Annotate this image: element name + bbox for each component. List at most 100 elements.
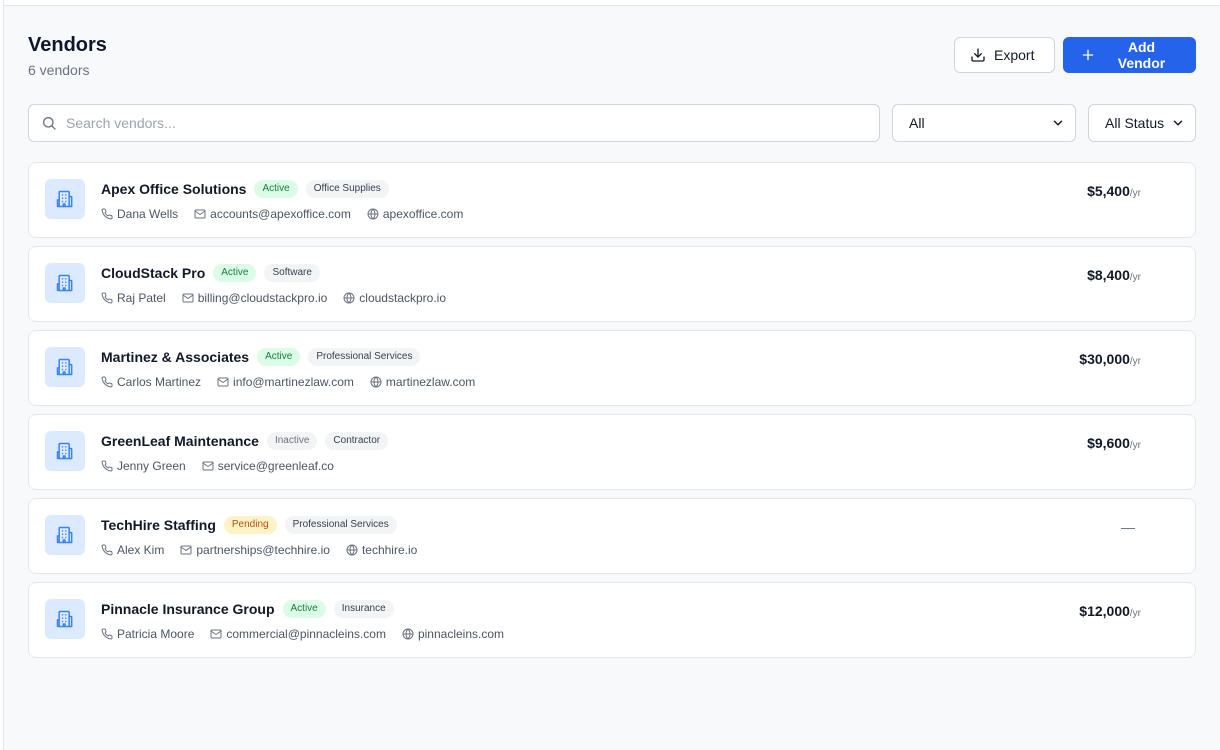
page-title: Vendors xyxy=(28,34,107,56)
vendor-card[interactable]: TechHire Staffing Pending Professional S… xyxy=(28,498,1196,574)
add-vendor-button[interactable]: Add Vendor xyxy=(1063,37,1196,73)
top-border xyxy=(4,0,1220,6)
vendor-card[interactable]: Pinnacle Insurance Group Active Insuranc… xyxy=(28,582,1196,658)
category-badge: Software xyxy=(264,264,320,282)
vendor-name[interactable]: TechHire Staffing xyxy=(101,517,216,533)
phone-icon xyxy=(101,460,113,472)
vendor-email[interactable]: partnerships@techhire.io xyxy=(196,543,330,557)
vendor-count: 6 vendors xyxy=(28,62,90,78)
vendor-contact-info: Raj Patel billing@cloudstackpro.io cloud… xyxy=(101,290,446,306)
vendor-list: Apex Office Solutions Active Office Supp… xyxy=(28,162,1196,658)
vendor-title-row: TechHire Staffing Pending Professional S… xyxy=(101,515,397,535)
mail-icon xyxy=(217,377,229,387)
vendor-name[interactable]: Martinez & Associates xyxy=(101,349,249,365)
download-icon xyxy=(971,48,985,62)
contact-name: Carlos Martinez xyxy=(117,375,202,389)
spend-amount: $9,600 xyxy=(1087,435,1130,451)
vendor-website[interactable]: apexoffice.com xyxy=(383,207,464,221)
vendor-contact-info: Alex Kim partnerships@techhire.io techhi… xyxy=(101,542,417,558)
page-header: Vendors 6 vendors Export Add Vendor xyxy=(28,30,1196,90)
export-button[interactable]: Export xyxy=(954,37,1055,73)
website-item: pinnacleins.com xyxy=(402,627,504,641)
status-badge: Active xyxy=(254,180,298,198)
vendor-title-row: Martinez & Associates Active Professiona… xyxy=(101,347,421,367)
export-label: Export xyxy=(994,47,1035,63)
vendor-card[interactable]: CloudStack Pro Active Software Raj Patel… xyxy=(28,246,1196,322)
building-icon xyxy=(45,515,85,555)
spend-amount: $5,400 xyxy=(1087,183,1130,199)
filter-bar: All All Status xyxy=(28,104,1196,142)
vendor-name[interactable]: GreenLeaf Maintenance xyxy=(101,433,259,449)
vendor-website[interactable]: martinezlaw.com xyxy=(386,375,475,389)
vendor-name[interactable]: Apex Office Solutions xyxy=(101,181,246,197)
add-vendor-label: Add Vendor xyxy=(1117,39,1166,71)
spend-amount: $8,400 xyxy=(1087,267,1130,283)
vendor-annual-spend: $8,400/yr xyxy=(1087,267,1141,283)
vendor-email[interactable]: accounts@apexoffice.com xyxy=(210,207,351,221)
phone-icon xyxy=(101,628,113,640)
contact-item: Carlos Martinez xyxy=(101,375,201,389)
contact-name: Raj Patel xyxy=(117,291,166,305)
status-badge: Inactive xyxy=(266,432,318,450)
category-select[interactable]: All xyxy=(892,104,1076,142)
vendor-card[interactable]: Apex Office Solutions Active Office Supp… xyxy=(28,162,1196,238)
vendor-title-row: CloudStack Pro Active Software xyxy=(101,263,320,283)
phone-icon xyxy=(101,292,113,304)
status-badge: Active xyxy=(282,600,326,618)
vendor-contact-info: Patricia Moore commercial@pinnacleins.co… xyxy=(101,626,504,642)
vendor-annual-spend: $30,000/yr xyxy=(1079,351,1141,367)
vendor-email[interactable]: info@martinezlaw.com xyxy=(233,375,354,389)
globe-icon xyxy=(402,628,414,640)
status-badge: Active xyxy=(213,264,257,282)
mail-icon xyxy=(194,209,206,219)
contact-name: Dana Wells xyxy=(117,207,179,221)
email-item: partnerships@techhire.io xyxy=(180,543,330,557)
header-actions: Export Add Vendor xyxy=(954,37,1196,73)
website-item: techhire.io xyxy=(346,543,417,557)
vendor-annual-spend: $9,600/yr xyxy=(1087,435,1141,451)
spend-amount: $12,000 xyxy=(1079,603,1130,619)
vendor-title-row: GreenLeaf Maintenance Inactive Contracto… xyxy=(101,431,389,451)
building-icon xyxy=(45,263,85,303)
vendors-page: Vendors 6 vendors Export Add Vendor All … xyxy=(28,30,1196,658)
chevron-down-icon xyxy=(1173,120,1183,126)
vendor-email[interactable]: service@greenleaf.co xyxy=(218,459,334,473)
building-icon xyxy=(45,179,85,219)
plus-icon xyxy=(1082,49,1094,61)
vendor-card[interactable]: GreenLeaf Maintenance Inactive Contracto… xyxy=(28,414,1196,490)
email-item: service@greenleaf.co xyxy=(202,459,334,473)
contact-name: Jenny Green xyxy=(117,459,186,473)
contact-item: Jenny Green xyxy=(101,459,186,473)
contact-item: Raj Patel xyxy=(101,291,166,305)
vendor-contact-info: Dana Wells accounts@apexoffice.com apexo… xyxy=(101,206,463,222)
category-badge: Contractor xyxy=(325,432,389,450)
vendor-website[interactable]: techhire.io xyxy=(362,543,417,557)
vendor-email[interactable]: billing@cloudstackpro.io xyxy=(198,291,328,305)
vendor-email[interactable]: commercial@pinnacleins.com xyxy=(226,627,386,641)
category-badge: Office Supplies xyxy=(305,180,389,198)
website-item: martinezlaw.com xyxy=(370,375,475,389)
vendor-annual-spend: $12,000/yr xyxy=(1079,603,1141,619)
globe-icon xyxy=(343,292,355,304)
vendor-name[interactable]: Pinnacle Insurance Group xyxy=(101,601,275,617)
vendor-website[interactable]: pinnacleins.com xyxy=(418,627,504,641)
globe-icon xyxy=(367,208,379,220)
building-icon xyxy=(45,431,85,471)
spend-period: /yr xyxy=(1129,608,1141,619)
status-select-value: All Status xyxy=(1105,115,1165,131)
phone-icon xyxy=(101,376,113,388)
vendor-website[interactable]: cloudstackpro.io xyxy=(359,291,446,305)
contact-item: Patricia Moore xyxy=(101,627,194,641)
contact-name: Patricia Moore xyxy=(117,627,195,641)
globe-icon xyxy=(346,544,358,556)
phone-icon xyxy=(101,208,113,220)
spend-period: /yr xyxy=(1129,272,1141,283)
vendor-name[interactable]: CloudStack Pro xyxy=(101,265,205,281)
mail-icon xyxy=(202,461,214,471)
status-select[interactable]: All Status xyxy=(1088,104,1196,142)
email-item: commercial@pinnacleins.com xyxy=(210,627,386,641)
spend-period: /yr xyxy=(1129,356,1141,367)
contact-name: Alex Kim xyxy=(117,543,165,557)
vendor-card[interactable]: Martinez & Associates Active Professiona… xyxy=(28,330,1196,406)
search-input[interactable] xyxy=(66,115,867,131)
